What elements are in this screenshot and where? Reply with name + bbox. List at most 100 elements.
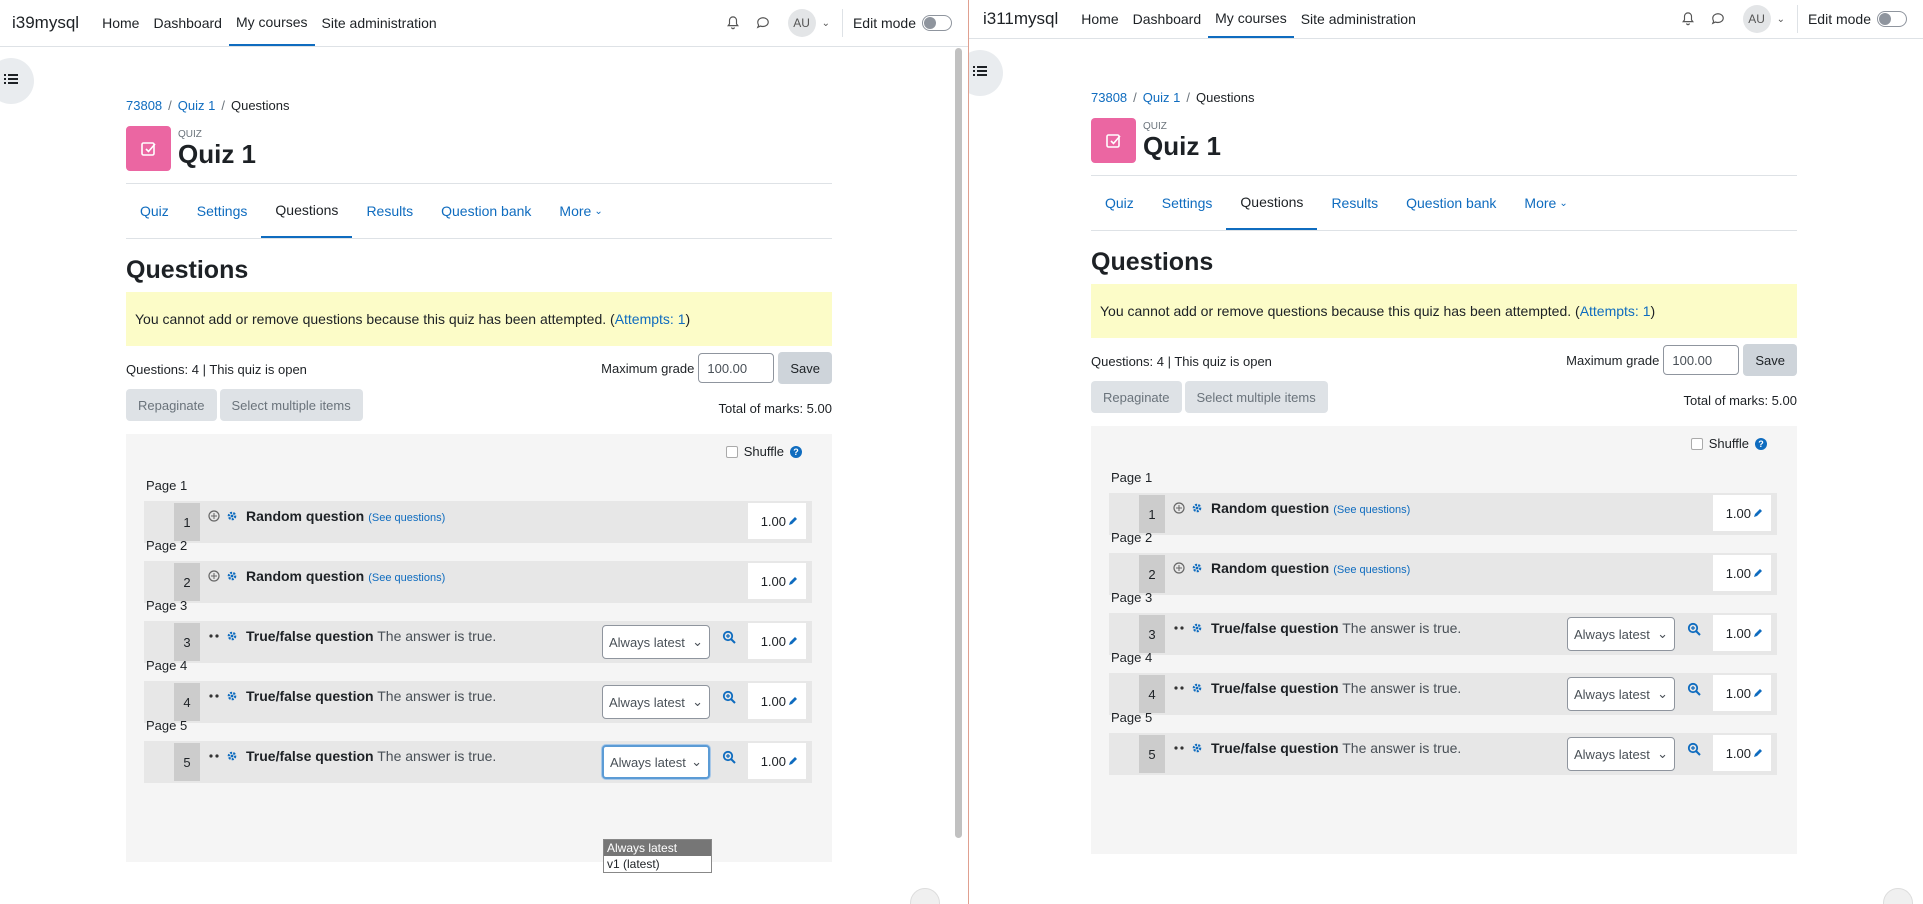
zoom-in-icon[interactable] — [722, 690, 736, 709]
zoom-in-icon[interactable] — [1687, 622, 1701, 641]
footer-help-button[interactable] — [910, 888, 940, 904]
nav-home[interactable]: Home — [95, 0, 146, 46]
see-questions-link[interactable]: (See questions) — [368, 512, 445, 524]
tab-results[interactable]: Results — [352, 184, 427, 238]
gear-icon[interactable] — [1191, 621, 1203, 639]
select-multiple-button[interactable]: Select multiple items — [1184, 381, 1328, 413]
question-mark[interactable]: 1.00 — [1713, 495, 1771, 531]
breadcrumb-quiz[interactable]: Quiz 1 — [178, 98, 216, 113]
see-questions-link[interactable]: (See questions) — [1333, 504, 1410, 516]
chat-icon[interactable] — [1709, 10, 1727, 28]
tab-results[interactable]: Results — [1317, 176, 1392, 230]
version-select[interactable]: Always latest ⌄ — [602, 745, 710, 779]
see-questions-link[interactable]: (See questions) — [1333, 564, 1410, 576]
drag-dots-icon[interactable] — [1173, 741, 1185, 759]
help-icon[interactable]: ? — [790, 445, 802, 458]
chat-icon[interactable] — [754, 14, 772, 32]
save-button[interactable]: Save — [1743, 344, 1797, 376]
dropdown-option-v1[interactable]: v1 (latest) — [604, 856, 711, 872]
question-mark[interactable]: 1.00 — [748, 563, 806, 599]
attempts-link[interactable]: Attempts: 1 — [1580, 303, 1651, 319]
tab-more[interactable]: More ⌄ — [545, 184, 616, 238]
drag-dots-icon[interactable] — [1173, 621, 1185, 639]
gear-icon[interactable] — [1191, 741, 1203, 759]
gear-icon[interactable] — [1191, 501, 1203, 519]
version-select[interactable]: Always latest ⌄ — [1567, 737, 1675, 771]
tab-quiz[interactable]: Quiz — [126, 184, 183, 238]
tab-quiz[interactable]: Quiz — [1091, 176, 1148, 230]
pencil-icon[interactable] — [1753, 626, 1763, 641]
save-button[interactable]: Save — [778, 352, 832, 384]
pencil-icon[interactable] — [1753, 746, 1763, 761]
avatar[interactable]: AU — [1742, 5, 1771, 33]
nav-site-administration[interactable]: Site administration — [1294, 0, 1423, 38]
question-mark[interactable]: 1.00 — [1713, 555, 1771, 591]
nav-site-administration[interactable]: Site administration — [315, 0, 444, 46]
tab-question-bank[interactable]: Question bank — [427, 184, 545, 238]
repaginate-button[interactable]: Repaginate — [1091, 381, 1182, 413]
max-grade-input[interactable] — [1663, 345, 1740, 375]
zoom-in-icon[interactable] — [1687, 682, 1701, 701]
zoom-in-icon[interactable] — [1687, 742, 1701, 761]
bell-icon[interactable] — [1679, 10, 1697, 28]
pencil-icon[interactable] — [1753, 566, 1763, 581]
question-mark[interactable]: 1.00 — [748, 743, 806, 779]
version-select[interactable]: Always latest ⌄ — [1567, 617, 1675, 651]
pencil-icon[interactable] — [788, 574, 798, 589]
dropdown-option-always-latest[interactable]: Always latest — [604, 840, 711, 856]
max-grade-input[interactable] — [698, 353, 775, 383]
gear-icon[interactable] — [1191, 561, 1203, 579]
course-index-drawer-button[interactable] — [969, 50, 1003, 96]
nav-my-courses[interactable]: My courses — [1208, 0, 1294, 38]
question-mark[interactable]: 1.00 — [748, 683, 806, 719]
pencil-icon[interactable] — [788, 754, 798, 769]
drag-dots-icon[interactable] — [208, 689, 220, 707]
gear-icon[interactable] — [226, 749, 238, 767]
version-select[interactable]: Always latest ⌄ — [602, 625, 710, 659]
breadcrumb-course[interactable]: 73808 — [126, 98, 162, 113]
question-mark[interactable]: 1.00 — [1713, 735, 1771, 771]
vertical-scrollbar[interactable] — [955, 48, 962, 838]
chevron-down-icon[interactable]: ⌄ — [1777, 14, 1785, 25]
nav-dashboard[interactable]: Dashboard — [1126, 0, 1209, 38]
nav-my-courses[interactable]: My courses — [228, 0, 315, 46]
gear-icon[interactable] — [226, 509, 238, 527]
avatar[interactable]: AU — [787, 9, 816, 37]
gear-icon[interactable] — [226, 629, 238, 647]
tab-more[interactable]: More ⌄ — [1510, 176, 1581, 230]
gear-icon[interactable] — [1191, 681, 1203, 699]
pencil-icon[interactable] — [788, 694, 798, 709]
see-questions-link[interactable]: (See questions) — [368, 572, 445, 584]
footer-help-button[interactable] — [1883, 888, 1913, 904]
chevron-down-icon[interactable]: ⌄ — [822, 18, 830, 29]
nav-home[interactable]: Home — [1074, 0, 1125, 38]
select-multiple-button[interactable]: Select multiple items — [219, 389, 363, 421]
shuffle-checkbox[interactable] — [1690, 437, 1703, 450]
tab-settings[interactable]: Settings — [183, 184, 262, 238]
nav-dashboard[interactable]: Dashboard — [146, 0, 229, 46]
drag-dots-icon[interactable] — [1173, 681, 1185, 699]
gear-icon[interactable] — [226, 569, 238, 587]
pencil-icon[interactable] — [788, 634, 798, 649]
zoom-in-icon[interactable] — [722, 750, 736, 769]
breadcrumb-quiz[interactable]: Quiz 1 — [1143, 90, 1181, 105]
tab-questions[interactable]: Questions — [261, 184, 353, 238]
bell-icon[interactable] — [724, 14, 742, 32]
pencil-icon[interactable] — [1753, 686, 1763, 701]
pencil-icon[interactable] — [1753, 506, 1763, 521]
shuffle-checkbox[interactable] — [725, 445, 738, 458]
tab-question-bank[interactable]: Question bank — [1392, 176, 1510, 230]
attempts-link[interactable]: Attempts: 1 — [615, 311, 686, 327]
repaginate-button[interactable]: Repaginate — [126, 389, 217, 421]
course-index-drawer-button[interactable] — [0, 58, 34, 104]
question-mark[interactable]: 1.00 — [1713, 675, 1771, 711]
drag-dots-icon[interactable] — [208, 749, 220, 767]
pencil-icon[interactable] — [788, 514, 798, 529]
version-select[interactable]: Always latest ⌄ — [602, 685, 710, 719]
drag-dots-icon[interactable] — [208, 629, 220, 647]
site-name[interactable]: i311mysql — [983, 9, 1058, 29]
tab-settings[interactable]: Settings — [1148, 176, 1227, 230]
gear-icon[interactable] — [226, 689, 238, 707]
edit-mode-toggle[interactable] — [922, 15, 952, 31]
question-mark[interactable]: 1.00 — [748, 623, 806, 659]
